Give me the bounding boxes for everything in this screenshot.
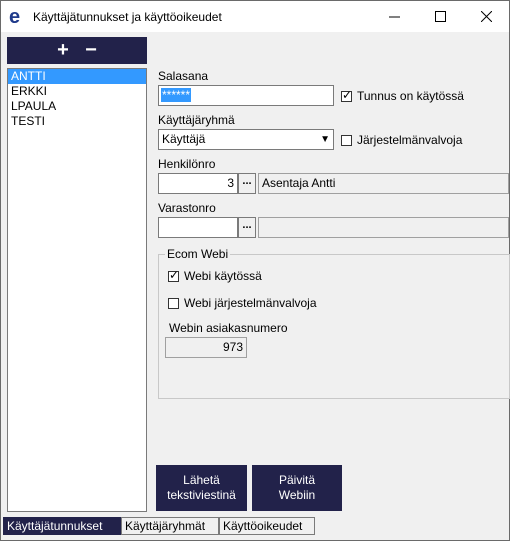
sysadmin-checkbox[interactable] bbox=[341, 135, 352, 146]
webi-admin-label: Webi järjestelmänvalvoja bbox=[184, 296, 317, 310]
title-bar[interactable]: e Käyttäjätunnukset ja käyttöoikeudet bbox=[1, 1, 509, 32]
minimize-icon bbox=[388, 16, 400, 18]
webi-enabled-label: Webi käytössä bbox=[184, 269, 262, 283]
tab-permissions[interactable]: Käyttöoikeudet bbox=[219, 517, 315, 535]
account-enabled-checkbox[interactable]: ✓ bbox=[341, 88, 353, 102]
check-icon: ✓ bbox=[169, 268, 180, 282]
tab-user-accounts[interactable]: Käyttäjätunnukset bbox=[3, 517, 121, 535]
employee-lookup-button[interactable]: ... bbox=[238, 173, 256, 194]
customer-no-label: Webin asiakasnumero bbox=[169, 321, 288, 335]
customer-no-value: 973 bbox=[222, 340, 243, 354]
minimize-button[interactable] bbox=[371, 1, 417, 32]
ecom-webi-title: Ecom Webi bbox=[165, 247, 231, 261]
password-value: ****** bbox=[161, 88, 192, 102]
close-button[interactable] bbox=[463, 1, 509, 32]
check-icon: ✓ bbox=[342, 88, 353, 102]
employee-name-value: Asentaja Antti bbox=[262, 176, 336, 190]
svg-text:e: e bbox=[9, 7, 20, 25]
employee-no-field[interactable]: 3 bbox=[158, 173, 238, 194]
maximize-icon bbox=[434, 11, 446, 22]
app-window: e Käyttäjätunnukset ja käyttöoikeudet + … bbox=[0, 0, 510, 541]
warehouse-name-field bbox=[258, 217, 509, 238]
add-user-button[interactable]: + bbox=[49, 37, 77, 64]
e-logo-icon: e bbox=[9, 7, 20, 25]
ecom-webi-group: Ecom Webi ✓ Webi käytössä Webi järjestel… bbox=[158, 247, 510, 399]
webi-admin-checkbox[interactable] bbox=[168, 298, 179, 309]
maximize-button[interactable] bbox=[417, 1, 463, 32]
usergroup-label: Käyttäjäryhmä bbox=[158, 113, 235, 127]
remove-user-button[interactable]: − bbox=[77, 37, 105, 64]
usergroup-select[interactable]: Käyttäjä ▼ bbox=[158, 129, 334, 150]
password-label: Salasana bbox=[158, 69, 209, 83]
employee-no-label: Henkilönro bbox=[158, 157, 216, 171]
list-item[interactable]: ERKKI bbox=[8, 84, 146, 99]
tab-user-groups[interactable]: Käyttäjäryhmät bbox=[121, 517, 219, 535]
user-toolbar: + − bbox=[7, 37, 147, 64]
main-content: + − ANTTI ERKKI LPAULA TESTI Salasana **… bbox=[1, 32, 510, 540]
user-list[interactable]: ANTTI ERKKI LPAULA TESTI bbox=[7, 68, 147, 512]
warehouse-no-label: Varastonro bbox=[158, 201, 216, 215]
chevron-down-icon: ▼ bbox=[320, 134, 330, 145]
window-title: Käyttäjätunnukset ja käyttöoikeudet bbox=[33, 10, 222, 24]
list-item[interactable]: TESTI bbox=[8, 114, 146, 129]
list-item[interactable]: ANTTI bbox=[8, 69, 146, 84]
account-enabled-label: Tunnus on käytössä bbox=[357, 89, 464, 103]
employee-name-field: Asentaja Antti bbox=[258, 173, 509, 194]
usergroup-value: Käyttäjä bbox=[162, 132, 206, 146]
close-icon bbox=[480, 11, 492, 22]
password-field[interactable]: ****** bbox=[158, 85, 334, 106]
update-webi-button[interactable]: Päivitä Webiin bbox=[252, 465, 342, 511]
employee-no-value: 3 bbox=[227, 176, 234, 190]
warehouse-no-field[interactable] bbox=[158, 217, 238, 238]
send-sms-button[interactable]: Lähetä tekstiviestinä bbox=[156, 465, 247, 511]
sysadmin-label: Järjestelmänvalvoja bbox=[357, 133, 463, 147]
customer-no-field: 973 bbox=[165, 337, 247, 358]
webi-enabled-checkbox[interactable]: ✓ bbox=[168, 268, 180, 282]
warehouse-lookup-button[interactable]: ... bbox=[238, 217, 256, 238]
list-item[interactable]: LPAULA bbox=[8, 99, 146, 114]
